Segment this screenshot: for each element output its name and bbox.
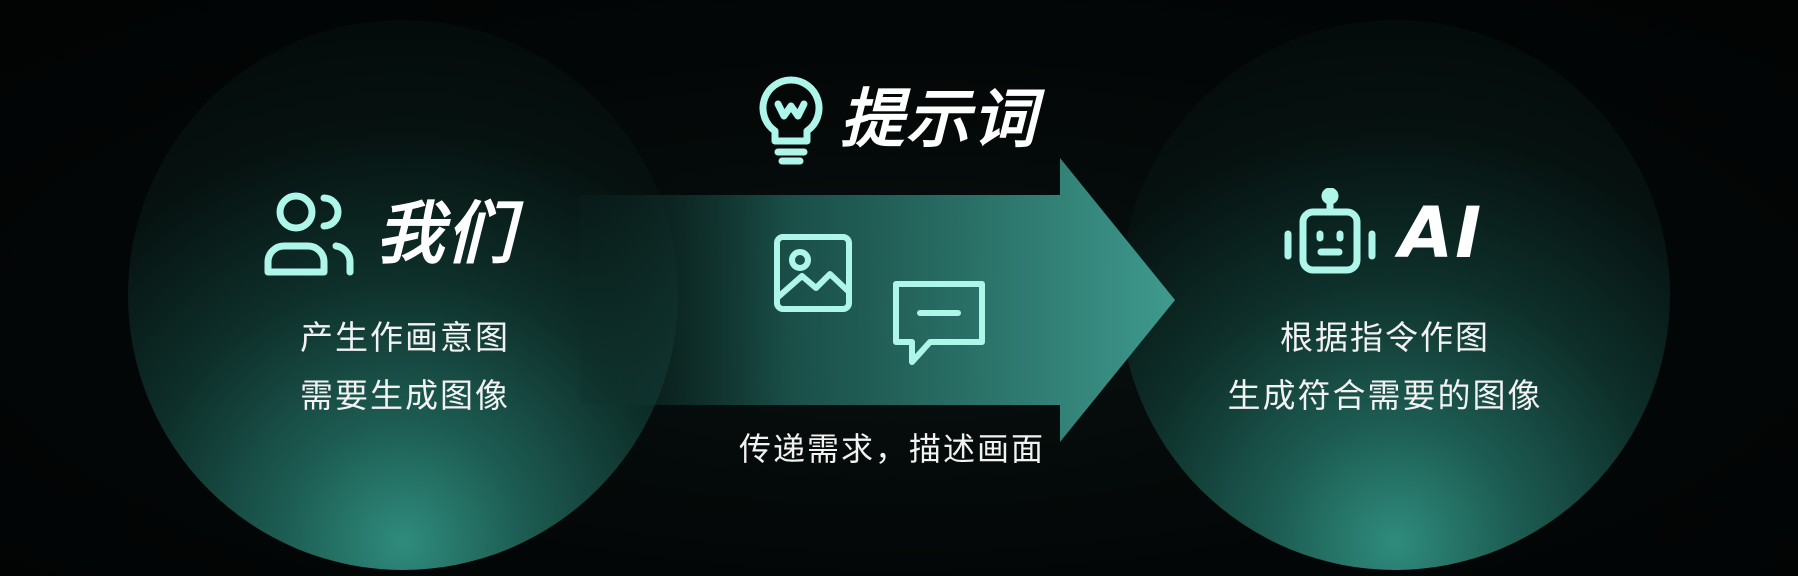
- ai-node-title: AI: [1399, 192, 1484, 274]
- ai-node-line-1: 根据指令作图: [1280, 318, 1490, 357]
- ai-node-line-2: 生成符合需要的图像: [1227, 376, 1543, 415]
- user-node-description: 产生作画意图 需要生成图像: [270, 309, 540, 425]
- ai-node-header: AI: [1283, 188, 1483, 278]
- user-node-line-2: 需要生成图像: [300, 376, 510, 415]
- robot-icon: [1283, 188, 1377, 278]
- ai-node-circle: [1120, 20, 1670, 570]
- message-icon: [890, 278, 988, 370]
- users-icon: [262, 190, 358, 280]
- user-node-header: 我们: [262, 190, 516, 280]
- prompt-caption: 传递需求，描述画面: [738, 430, 1045, 468]
- user-node-line-1: 产生作画意图: [300, 318, 510, 357]
- image-icon: [772, 232, 854, 314]
- prompt-title: 提示词: [840, 83, 1038, 157]
- flow-arrow: [580, 158, 1175, 442]
- prompt-header: 提示词: [756, 74, 1038, 166]
- ai-node-description: 根据指令作图 生成符合需要的图像: [1200, 309, 1570, 425]
- diagram-canvas: 我们 产生作画意图 需要生成图像 提示词 传递需求，描述画面 AI 根据指令作图…: [0, 0, 1798, 576]
- user-node-title: 我们: [376, 195, 517, 274]
- lightbulb-icon: [756, 74, 826, 166]
